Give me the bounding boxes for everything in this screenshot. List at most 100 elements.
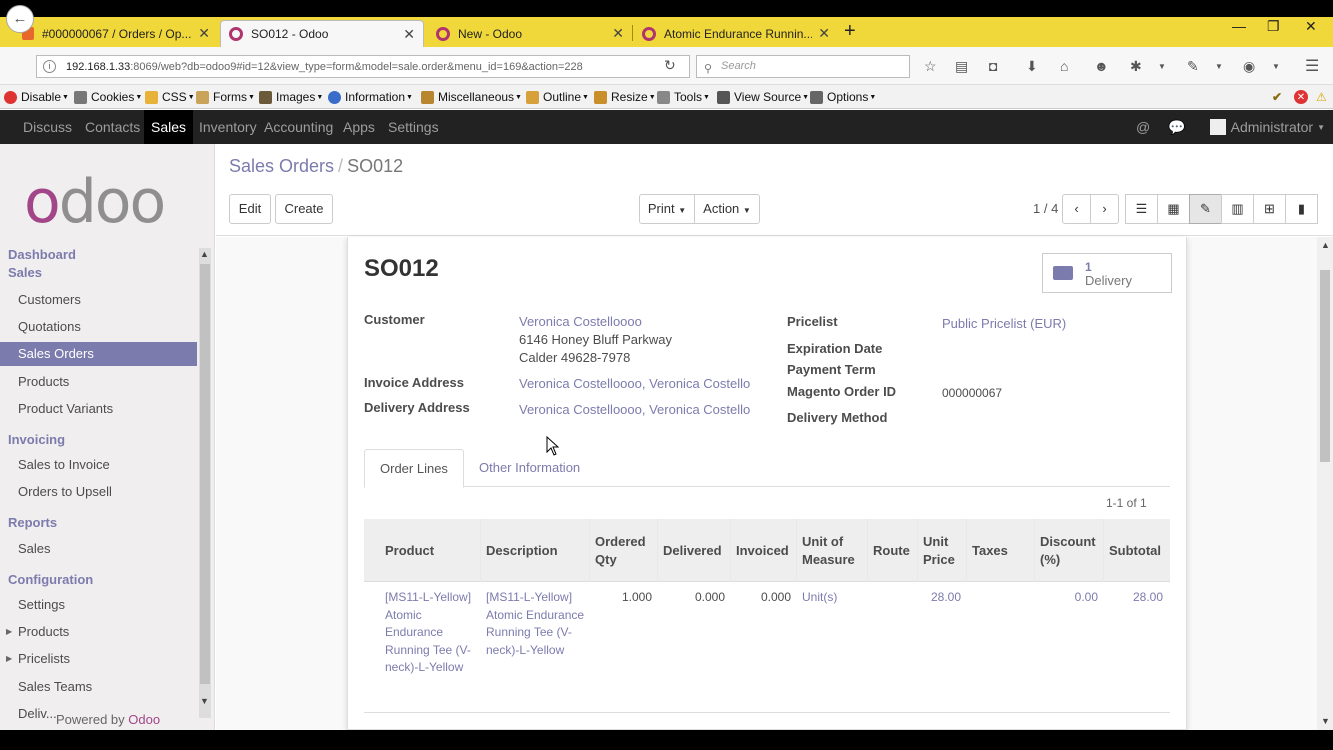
- pocket-icon[interactable]: ◘: [989, 58, 997, 74]
- info-icon[interactable]: i: [43, 60, 56, 73]
- previous-icon[interactable]: ‹: [1062, 194, 1091, 224]
- wd-options[interactable]: Options ▼: [810, 90, 876, 104]
- download-icon[interactable]: ⬇: [1026, 58, 1038, 75]
- delivery-smart-button[interactable]: 1 Delivery: [1042, 253, 1172, 293]
- col-unit-price[interactable]: Unit Price: [918, 519, 967, 582]
- customer-link[interactable]: Veronica Costelloooo: [519, 313, 642, 331]
- sidebar-item-sales-orders[interactable]: Sales Orders: [0, 342, 197, 366]
- list-view-icon[interactable]: ☰: [1125, 194, 1158, 224]
- wd-disable[interactable]: Disable ▼: [4, 90, 69, 104]
- home-icon[interactable]: ⌂: [1060, 58, 1068, 74]
- col-product[interactable]: Product: [380, 519, 481, 582]
- sidebar-item-sales-to-invoice[interactable]: Sales to Invoice: [0, 453, 197, 477]
- sidebar-item-config-products[interactable]: ▶ Products: [0, 620, 197, 644]
- wd-outline[interactable]: Outline ▼: [526, 90, 589, 104]
- checkmark-icon[interactable]: ✔: [1272, 90, 1282, 104]
- error-icon[interactable]: ✕: [1294, 90, 1308, 104]
- action-button[interactable]: Action ▼: [694, 194, 760, 224]
- sidebar-item-sales-teams[interactable]: Sales Teams: [0, 675, 197, 699]
- wd-forms[interactable]: Forms ▼: [196, 90, 255, 104]
- sidebar-item-customers[interactable]: Customers: [0, 288, 197, 312]
- col-subtotal[interactable]: Subtotal: [1104, 519, 1170, 582]
- menu-sales[interactable]: Sales: [144, 110, 194, 144]
- tab-order-lines[interactable]: Order Lines: [364, 449, 464, 488]
- col-unit-of-measure[interactable]: Unit of Measure: [797, 519, 868, 582]
- chevron-down-icon[interactable]: ▼: [1158, 62, 1166, 71]
- edit-button[interactable]: Edit: [229, 194, 271, 224]
- reading-list-icon[interactable]: ▤: [955, 58, 968, 75]
- line-uom[interactable]: Unit(s): [802, 589, 866, 607]
- extension-icon[interactable]: ✱: [1130, 58, 1142, 75]
- back-arrow-icon[interactable]: ←: [6, 5, 34, 33]
- graph-view-icon[interactable]: ▮: [1285, 194, 1318, 224]
- delivery-address-link[interactable]: Veronica Costelloooo, Veronica Costello: [519, 401, 750, 419]
- col-taxes[interactable]: Taxes: [967, 519, 1035, 582]
- col-discount[interactable]: Discount (%): [1035, 519, 1104, 582]
- line-product[interactable]: [MS11-L-Yellow] Atomic Endurance Running…: [385, 589, 475, 677]
- create-button[interactable]: Create: [275, 194, 333, 224]
- breadcrumb-sales-orders[interactable]: Sales Orders: [229, 156, 334, 176]
- sidebar-item-settings[interactable]: Settings: [0, 593, 197, 617]
- scroll-up-icon[interactable]: ▲: [1321, 240, 1330, 250]
- pricelist-link[interactable]: Public Pricelist (EUR): [942, 315, 1066, 333]
- line-discount[interactable]: 0.00: [1035, 589, 1098, 607]
- browser-tab-atomic[interactable]: Atomic Endurance Runnin... ✕: [634, 20, 838, 47]
- scroll-down-icon[interactable]: ▼: [1321, 716, 1330, 726]
- sidebar-item-quotations[interactable]: Quotations: [0, 315, 197, 339]
- sidebar-dashboard[interactable]: Dashboard: [8, 247, 76, 262]
- warning-icon[interactable]: ⚠: [1316, 90, 1327, 104]
- close-window-icon[interactable]: ✕: [1305, 18, 1317, 35]
- close-tab-icon[interactable]: ✕: [612, 25, 624, 42]
- col-description[interactable]: Description: [481, 519, 590, 582]
- chevron-down-icon[interactable]: ▼: [1272, 62, 1280, 71]
- menu-icon[interactable]: ☰: [1305, 56, 1319, 76]
- line-description[interactable]: [MS11-L-Yellow] Atomic Endurance Running…: [486, 589, 590, 659]
- invoice-address-link[interactable]: Veronica Costelloooo, Veronica Costello: [519, 375, 750, 393]
- close-tab-icon[interactable]: ✕: [198, 25, 210, 42]
- close-tab-icon[interactable]: ✕: [403, 26, 415, 43]
- at-icon[interactable]: @: [1136, 119, 1150, 135]
- sidebar-item-pricelists[interactable]: ▶ Pricelists: [0, 647, 197, 671]
- menu-apps[interactable]: Apps: [336, 110, 382, 144]
- wd-images[interactable]: Images ▼: [259, 90, 323, 104]
- url-bar[interactable]: i 192.168.1.33:8069/web?db=odoo9#id=12&v…: [36, 55, 690, 78]
- col-delivered[interactable]: Delivered: [658, 519, 731, 582]
- line-ordered-qty[interactable]: 1.000: [590, 589, 652, 607]
- col-route[interactable]: Route: [868, 519, 918, 582]
- wd-miscellaneous[interactable]: Miscellaneous ▼: [421, 90, 522, 104]
- user-menu[interactable]: Administrator: [1231, 119, 1313, 135]
- reload-icon[interactable]: ↻: [664, 57, 676, 74]
- main-scroll-thumb[interactable]: [1320, 270, 1330, 462]
- menu-settings[interactable]: Settings: [381, 110, 446, 144]
- form-view-icon[interactable]: ✎: [1189, 194, 1222, 224]
- kanban-view-icon[interactable]: ▦: [1157, 194, 1190, 224]
- sidebar-item-orders-to-upsell[interactable]: Orders to Upsell: [0, 480, 197, 504]
- wd-css[interactable]: CSS ▼: [145, 90, 195, 104]
- new-tab-icon[interactable]: +: [844, 20, 856, 43]
- scroll-up-icon[interactable]: ▲: [200, 249, 209, 259]
- menu-accounting[interactable]: Accounting: [257, 110, 340, 144]
- sidebar-item-product-variants[interactable]: Product Variants: [0, 397, 197, 421]
- next-icon[interactable]: ›: [1090, 194, 1119, 224]
- wd-information[interactable]: Information ▼: [328, 90, 413, 104]
- sidebar-scroll-thumb[interactable]: [200, 264, 210, 684]
- browser-tab-so012[interactable]: SO012 - Odoo ✕: [220, 20, 424, 47]
- menu-contacts[interactable]: Contacts: [78, 110, 147, 144]
- odoo-link[interactable]: Odoo: [128, 712, 160, 727]
- wd-view-source[interactable]: View Source ▼: [717, 90, 809, 104]
- search-input[interactable]: ⚲ Search: [696, 55, 910, 78]
- col-ordered-qty[interactable]: Ordered Qty: [590, 519, 658, 582]
- wd-cookies[interactable]: Cookies ▼: [74, 90, 142, 104]
- pivot-view-icon[interactable]: ⊞: [1253, 194, 1286, 224]
- close-tab-icon[interactable]: ✕: [818, 25, 830, 42]
- sidebar-item-products[interactable]: Products: [0, 370, 197, 394]
- line-unit-price[interactable]: 28.00: [918, 589, 961, 607]
- pen-tool-icon[interactable]: ✎: [1187, 58, 1199, 75]
- chat-icon[interactable]: ☻: [1094, 58, 1109, 74]
- addon-icon[interactable]: ◉: [1243, 58, 1255, 75]
- col-invoiced[interactable]: Invoiced: [731, 519, 797, 582]
- discuss-bubble-icon[interactable]: 💬: [1168, 119, 1185, 136]
- bookmark-star-icon[interactable]: ☆: [924, 58, 937, 75]
- odoo-logo[interactable]: odoo: [24, 172, 166, 232]
- scroll-down-icon[interactable]: ▼: [200, 696, 209, 706]
